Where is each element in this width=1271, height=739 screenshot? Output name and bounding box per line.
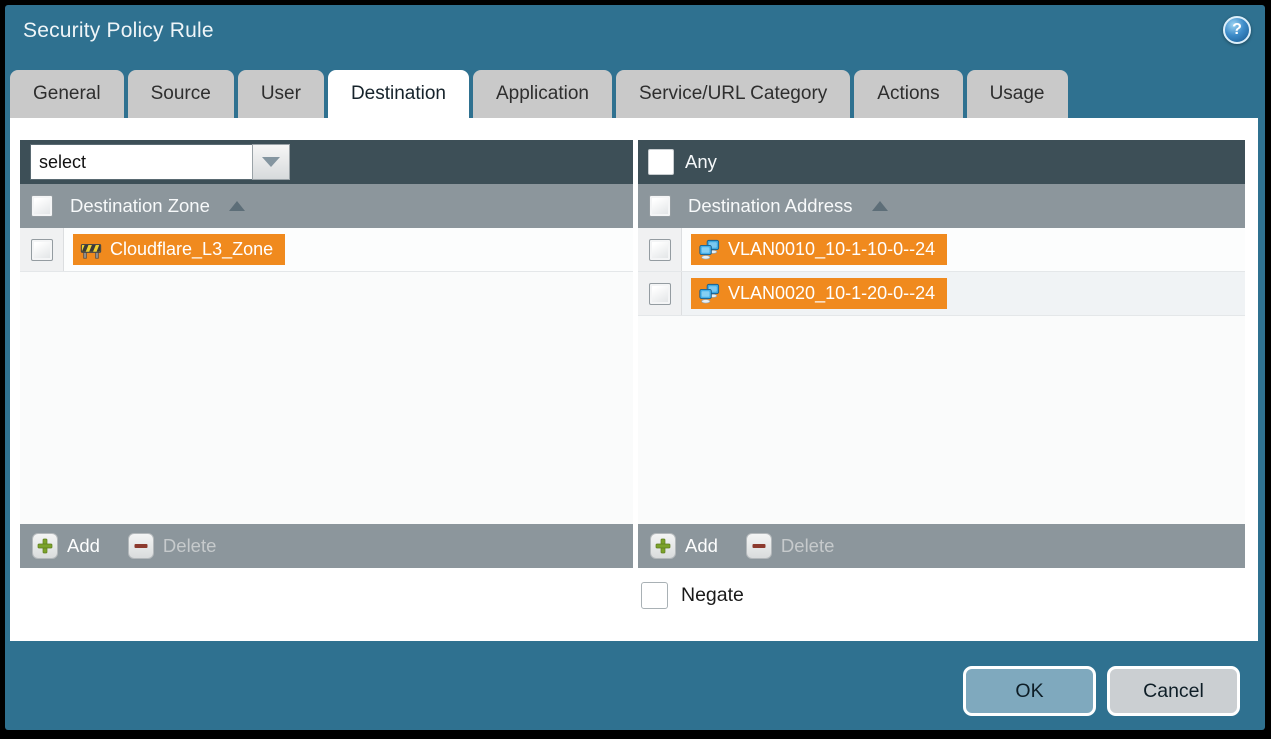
- zone-list: Cloudflare_L3_Zone: [20, 228, 633, 524]
- tab-general[interactable]: General: [10, 70, 124, 118]
- address-row[interactable]: VLAN0020_10-1-20-0--24: [638, 272, 1245, 316]
- tab-source[interactable]: Source: [128, 70, 234, 118]
- zone-delete-label: Delete: [163, 535, 216, 557]
- any-label: Any: [685, 151, 717, 173]
- address-icon: [698, 283, 720, 305]
- delete-icon: [128, 533, 154, 559]
- tab-service-url-category[interactable]: Service/URL Category: [616, 70, 850, 118]
- sort-asc-icon: [229, 201, 245, 211]
- tab-usage[interactable]: Usage: [967, 70, 1068, 118]
- ok-button[interactable]: OK: [963, 666, 1096, 716]
- address-select-all-checkbox[interactable]: [649, 195, 671, 217]
- negate-checkbox[interactable]: [641, 582, 668, 609]
- zone-select-dropdown-button[interactable]: [252, 144, 290, 180]
- address-add-button[interactable]: Add: [650, 533, 718, 559]
- zone-column-label: Destination Zone: [70, 195, 210, 217]
- address-row-checkbox-cell: [638, 272, 682, 315]
- address-entry[interactable]: VLAN0010_10-1-10-0--24: [691, 234, 947, 265]
- add-icon: [32, 533, 58, 559]
- security-policy-rule-dialog: Security Policy Rule ? General Source Us…: [5, 5, 1265, 730]
- tab-destination[interactable]: Destination: [328, 70, 469, 118]
- add-icon: [650, 533, 676, 559]
- zone-row-checkbox[interactable]: [31, 239, 53, 261]
- address-entry-label: VLAN0010_10-1-10-0--24: [728, 239, 935, 260]
- address-delete-label: Delete: [781, 535, 834, 557]
- delete-icon: [746, 533, 772, 559]
- zone-column-header[interactable]: Destination Zone: [20, 184, 633, 228]
- zone-icon: [80, 239, 102, 261]
- destination-tab-content: Destination Zone: [10, 118, 1258, 641]
- zone-delete-button[interactable]: Delete: [128, 533, 216, 559]
- zone-entry-label: Cloudflare_L3_Zone: [110, 239, 273, 260]
- address-row-checkbox[interactable]: [649, 283, 671, 305]
- tab-user[interactable]: User: [238, 70, 324, 118]
- address-row[interactable]: VLAN0010_10-1-10-0--24: [638, 228, 1245, 272]
- help-icon[interactable]: ?: [1223, 16, 1251, 44]
- address-delete-button[interactable]: Delete: [746, 533, 834, 559]
- address-panel-footer: Add Delete: [638, 524, 1245, 568]
- tab-actions[interactable]: Actions: [854, 70, 962, 118]
- negate-option: Negate: [641, 582, 744, 609]
- destination-zone-panel: Destination Zone: [20, 140, 633, 568]
- address-panel-header: Any: [638, 140, 1245, 184]
- zone-add-button[interactable]: Add: [32, 533, 100, 559]
- address-row-checkbox[interactable]: [649, 239, 671, 261]
- address-column-label: Destination Address: [688, 195, 853, 217]
- negate-label: Negate: [681, 584, 744, 607]
- zone-row-checkbox-cell: [20, 228, 64, 271]
- tab-application[interactable]: Application: [473, 70, 612, 118]
- zone-select-input[interactable]: [30, 144, 252, 180]
- zone-select-combo: [30, 144, 290, 180]
- cancel-button[interactable]: Cancel: [1107, 666, 1240, 716]
- zone-select-all-checkbox[interactable]: [31, 195, 53, 217]
- address-row-checkbox-cell: [638, 228, 682, 271]
- zone-panel-footer: Add Delete: [20, 524, 633, 568]
- address-icon: [698, 239, 720, 261]
- zone-panel-header: [20, 140, 633, 184]
- chevron-down-icon: [262, 157, 280, 167]
- any-checkbox[interactable]: [648, 149, 674, 175]
- address-entry-label: VLAN0020_10-1-20-0--24: [728, 283, 935, 304]
- zone-add-label: Add: [67, 535, 100, 557]
- address-column-header[interactable]: Destination Address: [638, 184, 1245, 228]
- sort-asc-icon: [872, 201, 888, 211]
- tab-bar: General Source User Destination Applicat…: [10, 70, 1068, 118]
- address-list: VLAN0010_10-1-10-0--24: [638, 228, 1245, 524]
- destination-address-panel: Any Destination Address: [638, 140, 1245, 568]
- zone-row[interactable]: Cloudflare_L3_Zone: [20, 228, 633, 272]
- zone-entry[interactable]: Cloudflare_L3_Zone: [73, 234, 285, 265]
- dialog-title: Security Policy Rule: [23, 19, 214, 43]
- address-add-label: Add: [685, 535, 718, 557]
- address-entry[interactable]: VLAN0020_10-1-20-0--24: [691, 278, 947, 309]
